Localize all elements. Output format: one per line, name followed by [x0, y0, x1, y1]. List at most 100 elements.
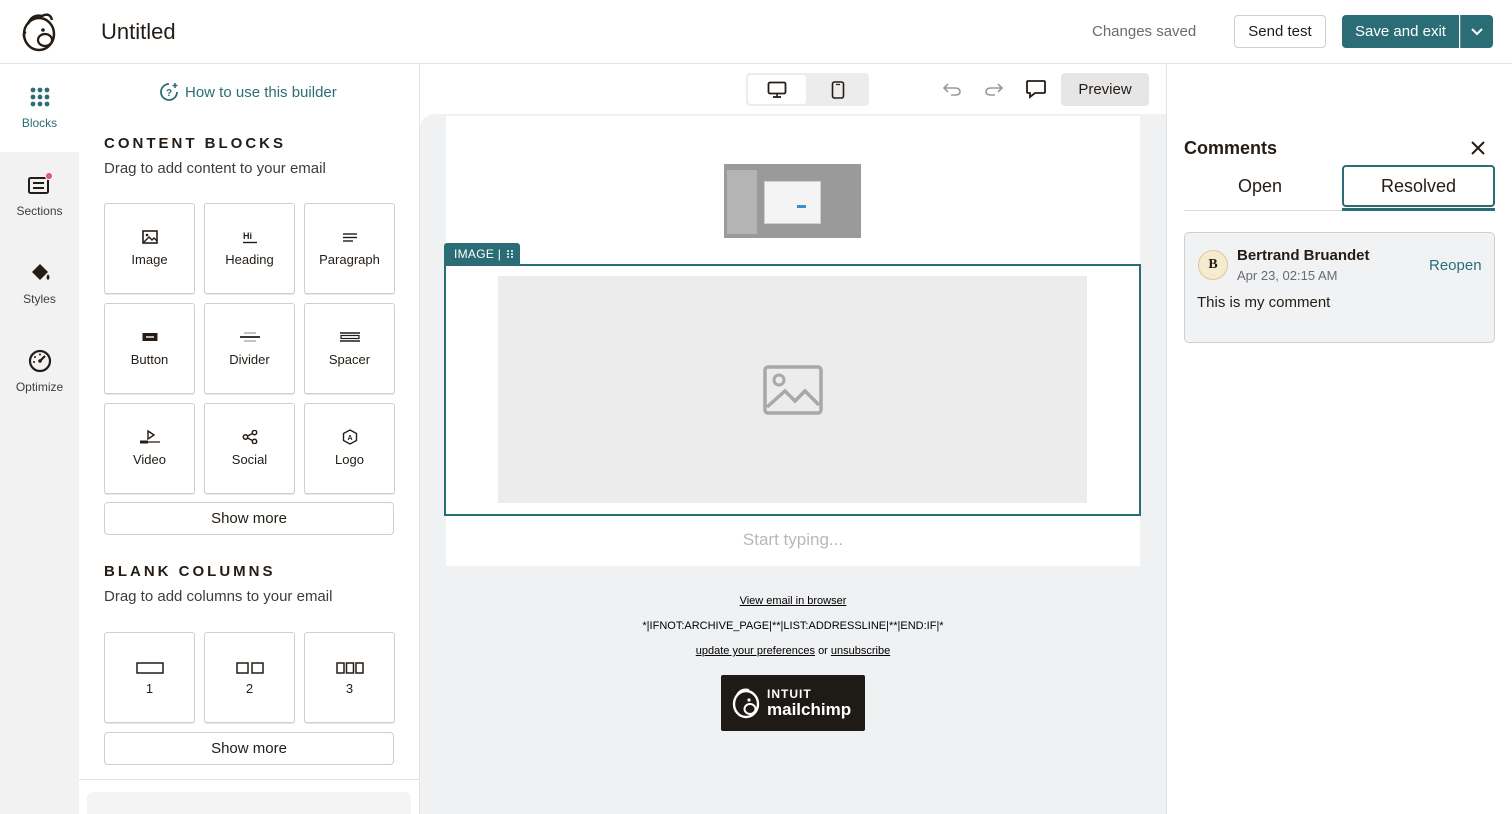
show-more-blocks-button[interactable]: Show more — [104, 502, 394, 535]
blank-columns-subtitle: Drag to add columns to your email — [104, 588, 333, 605]
redo-button[interactable] — [983, 78, 1005, 100]
badge-line-2: mailchimp — [767, 700, 852, 719]
spacer-icon — [339, 332, 360, 342]
block-tile-heading[interactable]: Hi Heading — [204, 203, 295, 294]
avatar: B — [1198, 250, 1228, 280]
comment-body: This is my comment — [1197, 294, 1331, 311]
three-column-icon — [335, 662, 364, 674]
mobile-view-button[interactable] — [808, 75, 867, 104]
rail-label: Optimize — [15, 380, 64, 394]
footer-or-text: or — [818, 645, 828, 657]
save-and-exit-button[interactable]: Save and exit — [1342, 15, 1459, 48]
column-tile-2[interactable]: 2 — [204, 632, 295, 723]
save-status: Changes saved — [1092, 23, 1197, 40]
rail-label: Blocks — [21, 116, 58, 130]
undo-button[interactable] — [941, 78, 963, 100]
thumbnail-button — [797, 205, 806, 208]
tile-label: Logo — [335, 452, 364, 467]
intuit-mailchimp-badge[interactable]: INTUIT mailchimp — [721, 675, 865, 731]
text-block-placeholder[interactable]: Start typing... — [446, 530, 1140, 550]
left-rail: Blocks Sections Styles Optimize — [0, 64, 79, 814]
comment-date: Apr 23, 02:15 AM — [1237, 268, 1338, 283]
block-tile-video[interactable]: Video — [104, 403, 195, 494]
freddie-logo-icon — [732, 688, 760, 719]
tab-open[interactable]: Open — [1184, 166, 1336, 206]
two-column-icon — [235, 662, 264, 674]
view-in-browser-link[interactable]: View email in browser — [740, 595, 847, 607]
rail-item-optimize[interactable]: Optimize — [0, 328, 79, 416]
tab-resolved[interactable]: Resolved — [1342, 165, 1495, 207]
how-to-link[interactable]: ? How to use this builder — [159, 82, 337, 102]
save-options-dropdown[interactable] — [1460, 15, 1493, 48]
comment-author: Bertrand Bruandet — [1237, 247, 1370, 264]
comment-icon — [1026, 80, 1046, 99]
active-tab-indicator — [1342, 208, 1495, 211]
share-icon — [242, 430, 257, 444]
panel-divider — [79, 779, 419, 780]
logo-icon: A — [342, 429, 357, 445]
column-tile-3[interactable]: 3 — [304, 632, 395, 723]
tile-label: 3 — [345, 681, 354, 696]
update-preferences-link[interactable]: update your preferences — [696, 645, 815, 657]
one-column-icon — [135, 662, 164, 674]
blank-columns-heading: BLANK COLUMNS — [104, 563, 276, 580]
block-tile-button[interactable]: Button — [104, 303, 195, 394]
svg-text:A: A — [347, 435, 352, 442]
desktop-icon — [767, 81, 787, 98]
block-tile-divider[interactable]: Divider — [204, 303, 295, 394]
block-tile-paragraph[interactable]: Paragraph — [304, 203, 395, 294]
tile-label: Button — [130, 352, 169, 367]
image-icon — [141, 230, 158, 244]
footer-view-browser: View email in browser — [446, 595, 1140, 607]
close-icon[interactable] — [1469, 139, 1487, 157]
comments-toggle-button[interactable] — [1025, 78, 1047, 100]
tile-label: Divider — [229, 352, 270, 367]
tile-label: Video — [132, 452, 166, 467]
block-tile-social[interactable]: Social — [204, 403, 295, 494]
video-icon — [139, 430, 160, 444]
badge-text: INTUIT mailchimp — [767, 688, 851, 718]
heading-icon: Hi — [242, 231, 257, 244]
image-placeholder[interactable] — [498, 276, 1087, 503]
tile-label: Spacer — [328, 352, 371, 367]
image-block-tag[interactable]: IMAGE | — [444, 243, 520, 265]
content-blocks-heading: CONTENT BLOCKS — [104, 135, 286, 152]
paint-bucket-icon — [31, 264, 49, 280]
comments-title: Comments — [1184, 138, 1278, 158]
mailchimp-logo-icon[interactable] — [18, 10, 60, 54]
preview-button[interactable]: Preview — [1061, 73, 1149, 106]
svg-text:?: ? — [166, 88, 172, 99]
rail-item-styles[interactable]: Styles — [0, 240, 79, 328]
badge-line-1: INTUIT — [767, 687, 812, 701]
chevron-down-icon — [1471, 27, 1483, 35]
content-blocks-subtitle: Drag to add content to your email — [104, 160, 326, 177]
button-icon — [142, 333, 157, 341]
help-sparkle-icon: ? — [160, 83, 178, 101]
tile-label: 2 — [245, 681, 254, 696]
reopen-button[interactable]: Reopen — [1429, 257, 1482, 274]
block-tile-logo[interactable]: A Logo — [304, 403, 395, 494]
paragraph-icon — [342, 233, 357, 242]
send-test-button[interactable]: Send test — [1234, 15, 1326, 48]
mobile-icon — [831, 80, 844, 99]
gauge-icon — [28, 349, 51, 373]
redo-icon — [985, 83, 1004, 96]
rail-label: Sections — [16, 204, 63, 218]
how-to-label: How to use this builder — [185, 83, 337, 101]
page-title[interactable]: Untitled — [101, 19, 176, 45]
tile-label: Social — [231, 452, 268, 467]
rail-item-sections[interactable]: Sections — [0, 152, 79, 240]
show-more-columns-button[interactable]: Show more — [104, 732, 394, 765]
unsubscribe-link[interactable]: unsubscribe — [831, 645, 890, 657]
tile-label: Image — [131, 252, 168, 267]
sections-icon — [27, 172, 53, 194]
svg-text:Hi: Hi — [243, 231, 252, 241]
image-placeholder-icon — [762, 364, 823, 415]
block-tile-image[interactable]: Image — [104, 203, 195, 294]
block-tile-spacer[interactable]: Spacer — [304, 303, 395, 394]
rail-item-blocks[interactable]: Blocks — [0, 64, 79, 152]
drag-handle-icon[interactable] — [505, 249, 515, 259]
footer-merge-tags: *|IFNOT:ARCHIVE_PAGE|**|LIST:ADDRESSLINE… — [642, 620, 944, 632]
desktop-view-button[interactable] — [748, 75, 806, 104]
column-tile-1[interactable]: 1 — [104, 632, 195, 723]
